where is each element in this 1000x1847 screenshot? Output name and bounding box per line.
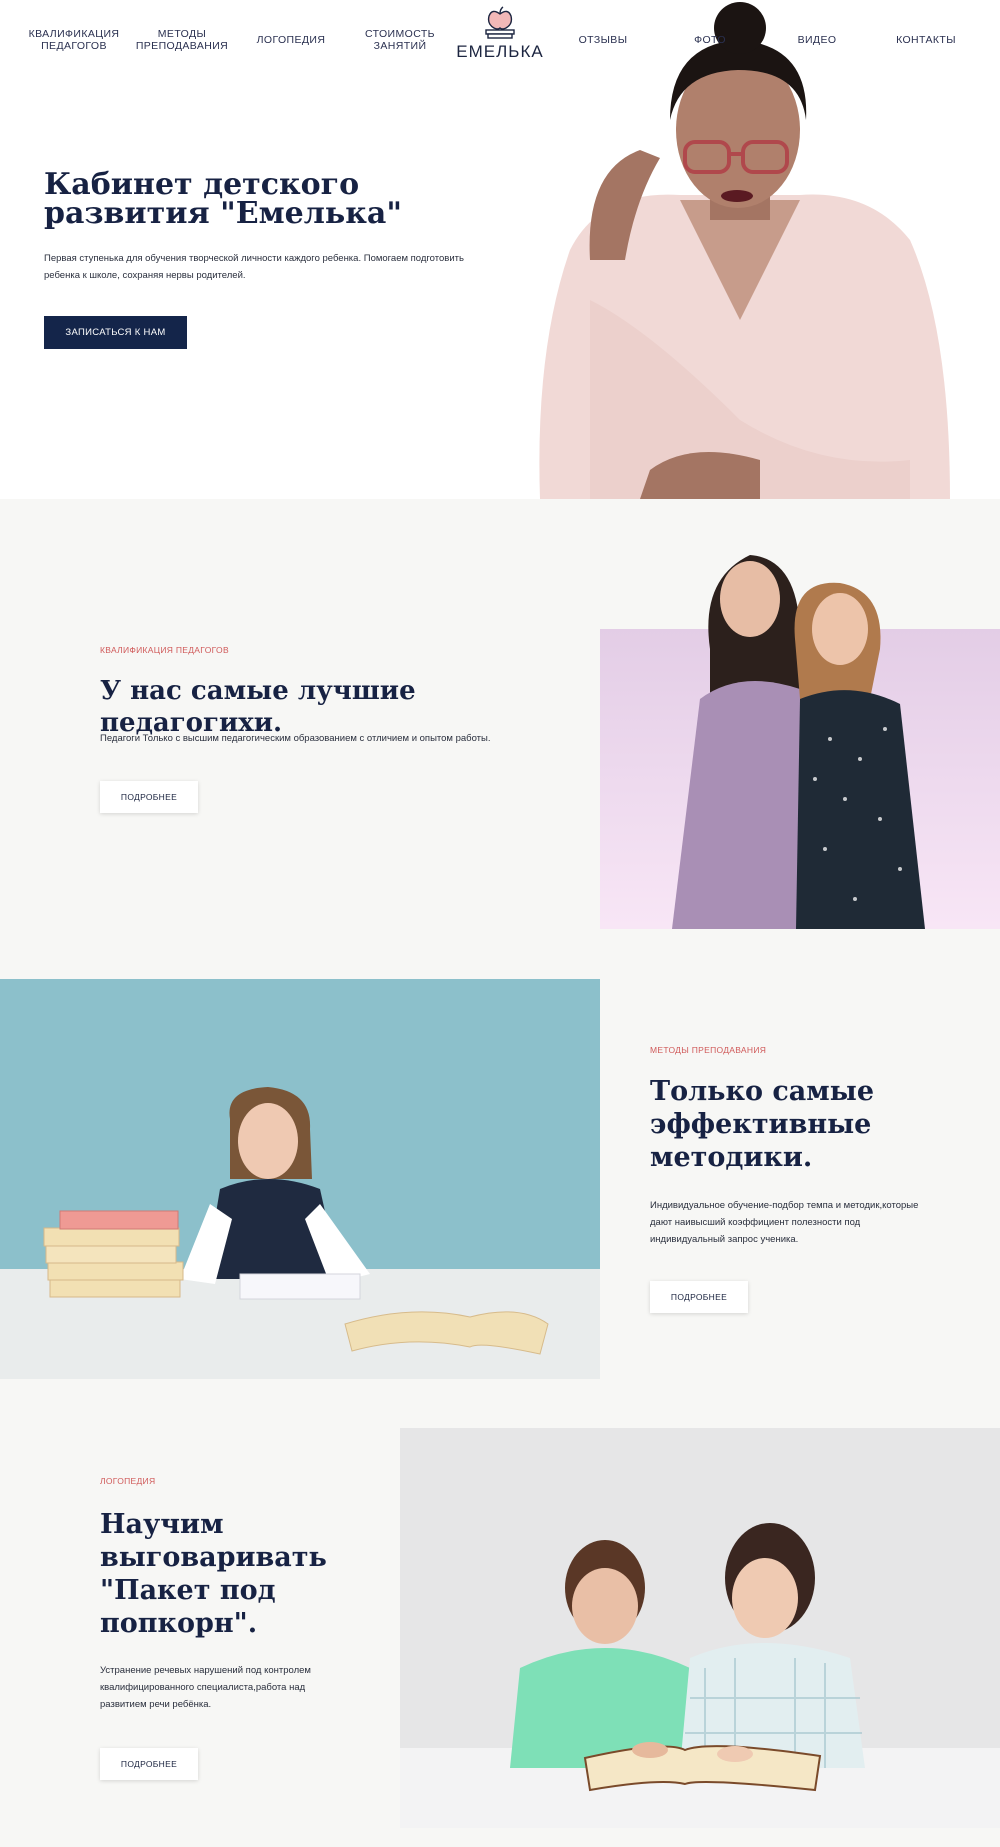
methods-more-button[interactable]: ПОДРОБНЕЕ <box>650 1281 748 1313</box>
qualification-section: КВАЛИФИКАЦИЯ ПЕДАГОГОВ У нас самые лучши… <box>0 499 1000 979</box>
hero-title: Кабинет детского развития "Емелька" <box>44 167 402 231</box>
nav-methods[interactable]: МЕТОДЫ ПРЕПОДАВАНИЯ <box>122 28 242 52</box>
qualification-more-button[interactable]: ПОДРОБНЕЕ <box>100 781 198 813</box>
speech-title: Научим выговаривать "Пакет под попкорн". <box>100 1509 327 1639</box>
speech-text: Устранение речевых нарушений под контрол… <box>100 1665 311 1710</box>
teachers-photo <box>600 499 1000 929</box>
qualification-eyebrow: КВАЛИФИКАЦИЯ ПЕДАГОГОВ <box>100 645 229 655</box>
speech-more-button[interactable]: ПОДРОБНЕЕ <box>100 1748 198 1780</box>
qualification-text: Педагоги Только с высшим педагогическим … <box>100 733 491 744</box>
signup-button[interactable]: ЗАПИСАТЬСЯ К НАМ <box>44 316 187 349</box>
nav-prices[interactable]: СТОИМОСТЬ ЗАНЯТИЙ <box>340 28 460 52</box>
speech-therapy-section: ЛОГОПЕДИЯ Научим выговаривать "Пакет под… <box>0 1428 1000 1847</box>
student-photo <box>0 979 600 1379</box>
logo[interactable]: ЕМЕЛЬКА <box>455 6 545 62</box>
methods-title: Только самые эффективные методики. <box>650 1076 875 1173</box>
apple-books-icon <box>485 6 515 39</box>
methods-text: Индивидуальное обучение-подбор темпа и м… <box>650 1200 919 1245</box>
methods-eyebrow: МЕТОДЫ ПРЕПОДАВАНИЯ <box>650 1045 767 1055</box>
nav-video[interactable]: ВИДЕО <box>757 34 877 46</box>
methods-section: МЕТОДЫ ПРЕПОДАВАНИЯ Только самые эффекти… <box>0 979 1000 1428</box>
speech-therapy-photo <box>400 1428 1000 1828</box>
nav-reviews[interactable]: ОТЗЫВЫ <box>543 34 663 46</box>
logo-text: ЕМЕЛЬКА <box>456 42 544 61</box>
nav-contacts[interactable]: КОНТАКТЫ <box>866 34 986 46</box>
nav-photo[interactable]: ФОТО <box>650 34 770 46</box>
main-nav: КВАЛИФИКАЦИЯ ПЕДАГОГОВ МЕТОДЫ ПРЕПОДАВАН… <box>0 0 1000 80</box>
nav-qualification[interactable]: КВАЛИФИКАЦИЯ ПЕДАГОГОВ <box>14 28 134 52</box>
nav-speech-therapy[interactable]: ЛОГОПЕДИЯ <box>231 34 351 46</box>
hero-description: Первая ступенька для обучения творческой… <box>44 253 464 281</box>
speech-eyebrow: ЛОГОПЕДИЯ <box>100 1476 156 1486</box>
